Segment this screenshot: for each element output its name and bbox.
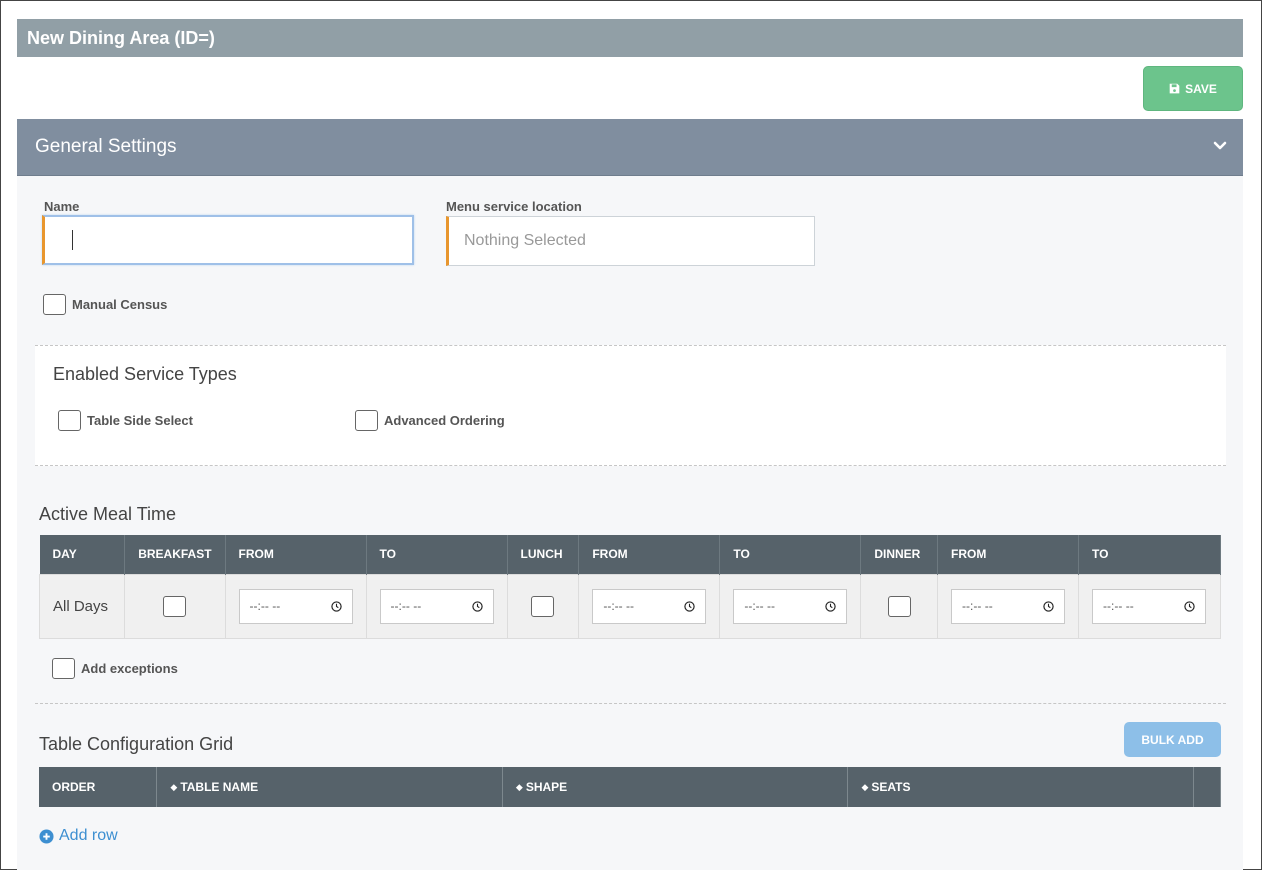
col-lunch: LUNCH	[507, 535, 580, 574]
col-breakfast-from: FROM	[225, 535, 367, 574]
meal-time-title: Active Meal Time	[39, 504, 177, 524]
time-value: --:-- --	[1103, 599, 1134, 613]
advanced-ordering-row[interactable]: Advanced Ordering	[355, 410, 505, 431]
clock-icon	[330, 600, 342, 612]
col-day: DAY	[39, 535, 126, 574]
time-value: --:-- --	[390, 599, 422, 613]
bulk-add-button[interactable]: BULK ADD	[1124, 722, 1221, 757]
dinner-from-input[interactable]: --:-- --	[951, 588, 1066, 624]
meal-time-table: DAY BREAKFAST FROM TO LUNCH FROM TO DINN…	[38, 535, 1221, 639]
menu-location-value: Nothing Selected	[464, 232, 586, 249]
name-input[interactable]	[42, 215, 414, 265]
lunch-cell	[506, 573, 580, 639]
col-lunch-from: FROM	[578, 535, 721, 574]
dinner-checkbox[interactable]	[887, 595, 911, 617]
add-exceptions-label: Add exceptions	[81, 661, 178, 676]
dinner-cell	[860, 573, 939, 639]
col-shape[interactable]: ◆ SHAPE	[502, 767, 849, 807]
add-row-link[interactable]: Add row	[39, 827, 118, 845]
floppy-disk-icon	[1169, 83, 1180, 94]
col-lunch-to: TO	[719, 535, 862, 574]
dinner-from-cell: --:-- --	[937, 573, 1080, 639]
breakfast-cell	[124, 573, 226, 639]
table-row: All Days --:-- -- --:-- -- --:-- -- --:-…	[38, 573, 1221, 639]
table-side-select-row[interactable]: Table Side Select	[58, 410, 193, 431]
col-dinner-to: TO	[1078, 535, 1221, 574]
table-side-select-checkbox[interactable]	[58, 410, 81, 431]
dinner-to-input[interactable]: --:-- --	[1092, 588, 1207, 624]
time-value: --:-- --	[603, 599, 634, 613]
breakfast-from-input[interactable]: --:-- --	[238, 588, 353, 624]
lunch-to-input[interactable]: --:-- --	[733, 588, 848, 624]
sort-icon: ◆	[515, 782, 523, 792]
col-order[interactable]: ORDER	[39, 767, 158, 807]
panel-body	[17, 176, 1243, 870]
time-value: --:-- --	[962, 599, 993, 613]
menu-location-select[interactable]: Nothing Selected	[446, 216, 815, 266]
manual-census-label: Manual Census	[72, 297, 168, 312]
sort-icon: ◆	[170, 782, 178, 792]
lunch-to-cell: --:-- --	[719, 573, 862, 639]
add-exceptions-checkbox[interactable]	[52, 658, 75, 679]
clock-icon	[1184, 600, 1195, 612]
col-order-label: ORDER	[52, 780, 96, 794]
grid-header-row: ORDER ◆ TABLE NAME ◆ SHAPE ◆ SEATS	[39, 767, 1222, 807]
col-shape-label: SHAPE	[525, 780, 568, 794]
clock-icon	[684, 600, 696, 612]
clock-icon	[471, 600, 483, 612]
general-settings-header[interactable]: General Settings	[17, 119, 1243, 176]
manual-census-checkbox[interactable]	[43, 294, 66, 315]
breakfast-checkbox[interactable]	[163, 595, 187, 617]
chevron-down-icon[interactable]	[1213, 139, 1227, 153]
col-seats-label: SEATS	[871, 780, 911, 794]
lunch-checkbox[interactable]	[531, 595, 555, 617]
save-button[interactable]: SAVE	[1143, 66, 1243, 111]
dinner-to-cell: --:-- --	[1078, 573, 1221, 639]
page-title: New Dining Area (ID=)	[17, 19, 1243, 57]
breakfast-to-cell: --:-- --	[365, 573, 508, 639]
table-config-grid: ORDER ◆ TABLE NAME ◆ SHAPE ◆ SEATS	[39, 767, 1222, 807]
col-actions	[1193, 767, 1222, 807]
breakfast-from-cell: --:-- --	[224, 573, 367, 639]
breakfast-to-input[interactable]: --:-- --	[379, 588, 494, 624]
day-cell: All Days	[38, 573, 126, 639]
plus-circle-icon	[39, 828, 54, 844]
add-exceptions-row[interactable]: Add exceptions	[52, 658, 178, 679]
name-label: Name	[44, 199, 80, 214]
divider	[35, 703, 1226, 704]
table-side-select-label: Table Side Select	[87, 413, 193, 428]
lunch-from-cell: --:-- --	[578, 573, 721, 639]
col-seats[interactable]: ◆ SEATS	[847, 767, 1194, 807]
col-breakfast: BREAKFAST	[124, 535, 226, 574]
col-table-name-label: TABLE NAME	[180, 780, 259, 794]
service-types-title: Enabled Service Types	[53, 364, 237, 384]
add-row-label: Add row	[59, 827, 118, 844]
col-table-name[interactable]: ◆ TABLE NAME	[156, 767, 503, 807]
menu-location-label: Menu service location	[446, 199, 582, 214]
clock-icon	[1043, 600, 1054, 612]
meal-time-header-row: DAY BREAKFAST FROM TO LUNCH FROM TO DINN…	[39, 535, 1221, 574]
save-label: SAVE	[1185, 81, 1217, 96]
advanced-ordering-label: Advanced Ordering	[384, 413, 505, 428]
table-grid-title: Table Configuration Grid	[39, 734, 234, 754]
col-dinner-from: FROM	[937, 535, 1080, 574]
time-value: --:-- --	[744, 599, 775, 613]
text-caret	[72, 230, 73, 250]
clock-icon	[825, 600, 837, 612]
manual-census-row[interactable]: Manual Census	[43, 294, 167, 315]
col-breakfast-to: TO	[366, 535, 508, 574]
time-value: --:-- --	[249, 599, 281, 613]
panel-title: General Settings	[35, 136, 177, 157]
advanced-ordering-checkbox[interactable]	[355, 410, 378, 431]
sort-icon: ◆	[861, 782, 869, 792]
lunch-from-input[interactable]: --:-- --	[592, 588, 707, 624]
col-dinner: DINNER	[860, 535, 939, 574]
